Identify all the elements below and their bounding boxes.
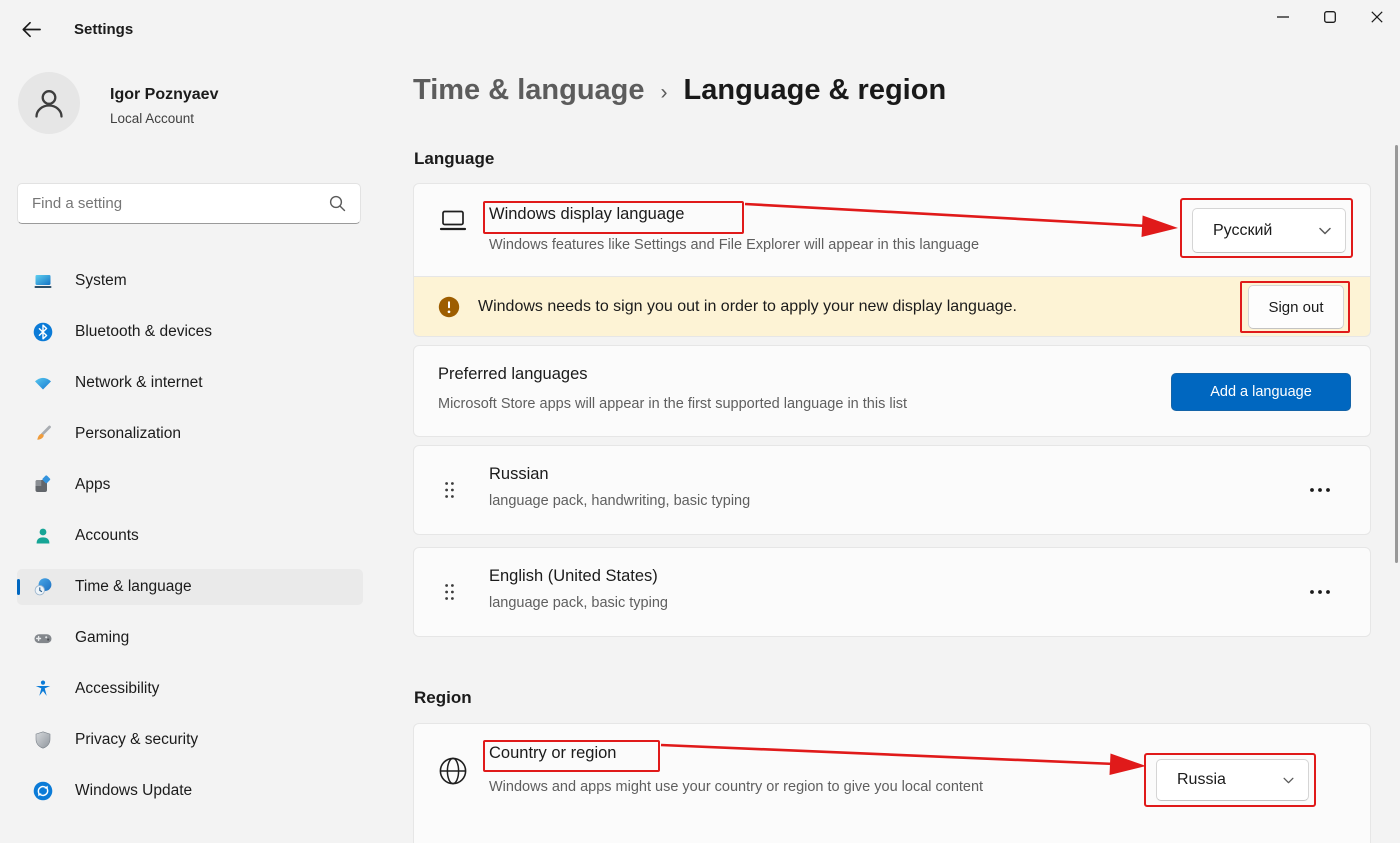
bluetooth-icon bbox=[33, 322, 53, 342]
language-row-russian: Russian language pack, handwriting, basi… bbox=[413, 445, 1371, 535]
sidebar-item-apps[interactable]: Apps bbox=[17, 467, 363, 503]
ellipsis-icon bbox=[1309, 589, 1331, 595]
laptop-icon bbox=[438, 207, 468, 240]
sidebar-item-label: Gaming bbox=[75, 629, 129, 647]
country-region-value: Russia bbox=[1177, 771, 1226, 789]
sidebar-item-privacy-security[interactable]: Privacy & security bbox=[17, 722, 363, 758]
privacy-icon bbox=[33, 730, 53, 750]
sidebar-item-windows-update[interactable]: Windows Update bbox=[17, 773, 363, 809]
sidebar-item-accounts[interactable]: Accounts bbox=[17, 518, 363, 554]
system-icon bbox=[33, 271, 53, 291]
person-icon bbox=[29, 83, 69, 123]
display-language-dropdown[interactable]: Русский bbox=[1192, 208, 1346, 253]
breadcrumb-parent[interactable]: Time & language bbox=[413, 74, 645, 107]
signout-banner-message: Windows needs to sign you out in order t… bbox=[478, 298, 1017, 316]
breadcrumb-separator: › bbox=[661, 81, 668, 105]
country-region-description: Windows and apps might use your country … bbox=[489, 775, 1049, 800]
windows-update-icon bbox=[33, 781, 53, 801]
search-icon bbox=[329, 195, 346, 212]
gaming-icon bbox=[33, 628, 53, 648]
breadcrumb: Time & language › Language & region bbox=[413, 74, 946, 107]
sidebar-nav: System Bluetooth & devices Network & int… bbox=[17, 263, 363, 824]
accounts-icon bbox=[33, 526, 53, 546]
preferred-languages-description: Microsoft Store apps will appear in the … bbox=[438, 396, 907, 412]
network-icon bbox=[33, 373, 53, 393]
sidebar-item-label: Apps bbox=[75, 476, 110, 494]
ellipsis-icon bbox=[1309, 487, 1331, 493]
sidebar-item-time-language[interactable]: Time & language bbox=[17, 569, 363, 605]
sidebar-item-label: Network & internet bbox=[75, 374, 203, 392]
app-title: Settings bbox=[74, 21, 133, 38]
back-arrow-icon bbox=[21, 21, 41, 38]
display-language-value: Русский bbox=[1213, 222, 1272, 240]
sidebar-item-bluetooth-devices[interactable]: Bluetooth & devices bbox=[17, 314, 363, 350]
sidebar-item-label: Privacy & security bbox=[75, 731, 198, 749]
sidebar-item-label: Personalization bbox=[75, 425, 181, 443]
time-language-icon bbox=[33, 577, 53, 597]
more-options-button[interactable] bbox=[1302, 579, 1338, 605]
globe-icon bbox=[437, 755, 469, 792]
display-language-title: Windows display language bbox=[489, 205, 684, 224]
apps-icon bbox=[33, 475, 53, 495]
region-section-heading: Region bbox=[414, 688, 472, 708]
back-button[interactable] bbox=[14, 14, 48, 44]
selected-accent-pill bbox=[17, 579, 20, 595]
personalization-icon bbox=[33, 424, 53, 444]
accessibility-icon bbox=[33, 679, 53, 699]
drag-handle-icon[interactable] bbox=[444, 481, 455, 500]
avatar bbox=[18, 72, 80, 134]
language-section-heading: Language bbox=[414, 149, 494, 169]
display-language-description: Windows features like Settings and File … bbox=[489, 237, 979, 253]
user-account-type: Local Account bbox=[110, 111, 194, 126]
user-name: Igor Poznyaev bbox=[110, 86, 218, 104]
sidebar-item-label: Windows Update bbox=[75, 782, 192, 800]
preferred-languages-row: Preferred languages Microsoft Store apps… bbox=[413, 345, 1371, 437]
preferred-languages-title: Preferred languages bbox=[438, 365, 588, 384]
sidebar-item-label: System bbox=[75, 272, 127, 290]
language-features: language pack, basic typing bbox=[489, 595, 668, 611]
chevron-down-icon bbox=[1319, 227, 1331, 235]
add-language-button[interactable]: Add a language bbox=[1171, 373, 1351, 411]
display-language-row: Windows display language Windows feature… bbox=[413, 183, 1371, 277]
sidebar-item-label: Time & language bbox=[75, 578, 192, 596]
language-name: Russian bbox=[489, 465, 549, 484]
scrollbar-thumb[interactable] bbox=[1395, 145, 1398, 563]
close-icon bbox=[1371, 11, 1383, 23]
sidebar-item-accessibility[interactable]: Accessibility bbox=[17, 671, 363, 707]
sidebar-item-system[interactable]: System bbox=[17, 263, 363, 299]
language-row-english: English (United States) language pack, b… bbox=[413, 547, 1371, 637]
search-box[interactable] bbox=[17, 183, 361, 224]
country-region-dropdown[interactable]: Russia bbox=[1156, 759, 1309, 801]
more-options-button[interactable] bbox=[1302, 477, 1338, 503]
sidebar: Igor Poznyaev Local Account System Bluet… bbox=[0, 48, 380, 843]
country-region-title: Country or region bbox=[489, 744, 616, 763]
page-title: Language & region bbox=[684, 74, 947, 107]
sidebar-item-label: Bluetooth & devices bbox=[75, 323, 212, 341]
warning-icon bbox=[438, 296, 460, 318]
chevron-down-icon bbox=[1283, 777, 1294, 784]
country-region-row: Country or region Windows and apps might… bbox=[413, 723, 1371, 843]
drag-handle-icon[interactable] bbox=[444, 583, 455, 602]
sidebar-item-personalization[interactable]: Personalization bbox=[17, 416, 363, 452]
sign-out-button[interactable]: Sign out bbox=[1248, 285, 1344, 329]
sidebar-item-gaming[interactable]: Gaming bbox=[17, 620, 363, 656]
language-features: language pack, handwriting, basic typing bbox=[489, 493, 750, 509]
sidebar-item-label: Accessibility bbox=[75, 680, 159, 698]
sidebar-item-label: Accounts bbox=[75, 527, 139, 545]
language-name: English (United States) bbox=[489, 567, 658, 586]
signout-banner: Windows needs to sign you out in order t… bbox=[413, 277, 1371, 337]
main-content: Time & language › Language & region Lang… bbox=[413, 0, 1371, 843]
sidebar-item-network-internet[interactable]: Network & internet bbox=[17, 365, 363, 401]
search-input[interactable] bbox=[18, 195, 329, 212]
